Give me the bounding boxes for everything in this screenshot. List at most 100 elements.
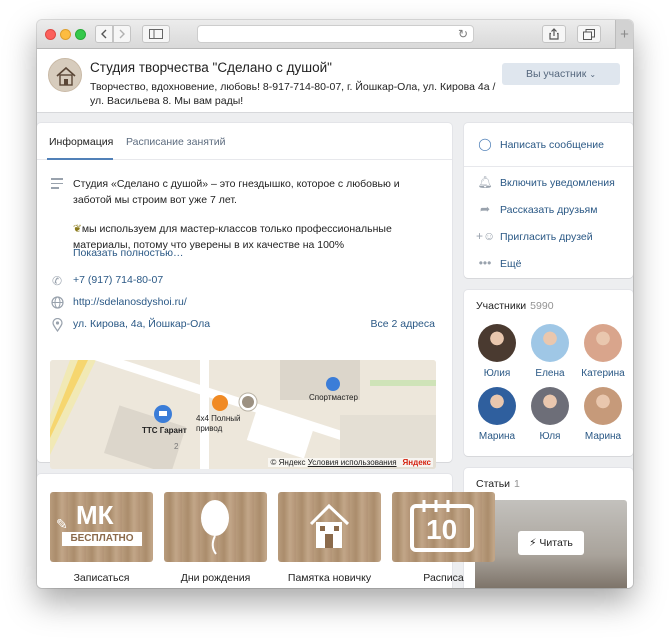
member-avatar: [584, 324, 622, 362]
tabs-icon: [583, 28, 595, 40]
tab-schedule[interactable]: Расписание занятий: [126, 136, 225, 148]
map-terms-link[interactable]: Условия использования: [308, 458, 397, 467]
chevron-right-icon: [119, 29, 125, 39]
enable-notifications-item[interactable]: 🔔︎ Включить уведомления: [476, 175, 615, 189]
member-avatar: [531, 324, 569, 362]
members-title[interactable]: Участники 5990: [476, 300, 554, 312]
member-item[interactable]: Елена: [526, 324, 574, 379]
menu-tile-image: [164, 492, 267, 562]
house-logo-icon: [56, 66, 76, 86]
menu-tile-image: [278, 492, 381, 562]
group-description: Студия «Сделано с душой» – это гнездышко…: [73, 176, 433, 253]
map-copyright: © Яндекс: [270, 458, 306, 467]
menu-tile-image: МК БЕСПЛАТНО ✎: [50, 492, 153, 562]
close-window-button[interactable]: [45, 29, 56, 40]
member-avatar: [478, 324, 516, 362]
map-label-number: 2: [174, 442, 179, 451]
address-bar[interactable]: ↻: [197, 25, 474, 43]
browser-window: ↻ + Студия творчества "Сделано с душой" …: [37, 20, 633, 588]
group-menu: МК БЕСПЛАТНО ✎ Записаться Дни рождения П…: [37, 474, 495, 588]
articles-title[interactable]: Статьи 1: [476, 478, 520, 490]
zoom-window-button[interactable]: [75, 29, 86, 40]
menu-tile-newbie[interactable]: Памятка новичку: [278, 492, 381, 584]
info-tabs: Информация Расписание занятий: [37, 123, 452, 160]
member-avatar: [478, 387, 516, 425]
membership-button[interactable]: Вы участник ⌄: [502, 63, 620, 85]
tile-caption: Записаться: [73, 572, 130, 584]
tile-caption: Дни рождения: [180, 572, 251, 584]
location-map[interactable]: ТТС Гарант 4x4 Полный привод Спортмастер…: [50, 360, 436, 469]
tile-overlay-text: 10: [426, 514, 458, 545]
bolt-icon: ⚡︎: [529, 537, 540, 549]
more-item[interactable]: ••• Ещё: [476, 256, 522, 270]
minimize-window-button[interactable]: [60, 29, 71, 40]
bee-emoji-icon: ❦: [73, 223, 82, 235]
member-item[interactable]: Юля: [526, 387, 574, 442]
menu-tile-signup[interactable]: МК БЕСПЛАТНО ✎ Записаться: [50, 492, 153, 584]
page-content: Студия творчества "Сделано с душой" Твор…: [37, 49, 633, 588]
all-addresses-link[interactable]: Все 2 адреса: [370, 318, 435, 330]
enable-notifications-label: Включить уведомления: [500, 177, 615, 189]
map-label-sportmaster: Спортмастер: [309, 393, 358, 402]
show-more-link[interactable]: Показать полностью…: [73, 247, 184, 259]
yandex-logo[interactable]: Яндекс: [403, 458, 431, 467]
browser-toolbar: ↻ +: [37, 20, 633, 49]
article-cover[interactable]: ⚡︎ Читать: [475, 500, 627, 588]
map-label-ttc: ТТС Гарант: [142, 426, 187, 435]
group-avatar[interactable]: [48, 58, 82, 92]
forward-button[interactable]: [113, 25, 131, 43]
share-button[interactable]: [542, 25, 566, 43]
menu-tile-image: 10: [392, 492, 495, 562]
group-status: Творчество, вдохновение, любовь! 8-917-7…: [90, 81, 496, 107]
member-name: Марина: [584, 431, 622, 442]
member-name: Катерина: [581, 368, 625, 379]
chevron-down-icon: ⌄: [589, 70, 597, 79]
articles-title-label: Статьи: [476, 478, 511, 490]
tile-caption: Расписа: [423, 572, 464, 584]
website-link[interactable]: http://sdelanosdyshoi.ru/: [73, 296, 187, 308]
member-name: Юлия: [483, 368, 511, 379]
write-message-item[interactable]: ◯ Написать сообщение: [476, 137, 604, 151]
members-title-label: Участники: [476, 300, 527, 312]
reload-icon[interactable]: ↻: [458, 27, 468, 41]
bell-icon: 🔔︎: [477, 175, 493, 189]
house-icon: [309, 503, 350, 548]
write-message-label: Написать сообщение: [500, 139, 604, 151]
tile-overlay-text: МК: [76, 500, 114, 530]
sidebar-toggle-button[interactable]: [142, 25, 170, 43]
balloon-icon: [201, 500, 229, 555]
read-article-label: Читать: [539, 537, 573, 549]
phone-number[interactable]: +7 (917) 714-80-07: [73, 274, 163, 286]
description-paragraph-1: Студия «Сделано с душой» – это гнездышко…: [73, 178, 400, 206]
invite-friends-item[interactable]: +☺ Пригласить друзей: [476, 229, 593, 243]
actions-menu: ◯ Написать сообщение 🔔︎ Включить уведомлен…: [464, 123, 633, 278]
address-link[interactable]: ул. Кирова, 4а, Йошкар-Ола: [73, 318, 210, 330]
location-pin-icon: [50, 317, 64, 333]
read-article-button[interactable]: ⚡︎ Читать: [518, 531, 584, 555]
tile-caption: Памятка новичку: [287, 572, 372, 584]
member-item[interactable]: Юлия: [473, 324, 521, 379]
member-name: Елена: [535, 368, 565, 379]
tile-overlay-sub: БЕСПЛАТНО: [62, 532, 142, 546]
back-button[interactable]: [95, 25, 113, 43]
membership-button-label: Вы участник: [525, 68, 587, 80]
member-avatar: [531, 387, 569, 425]
tab-overview-button[interactable]: [577, 25, 601, 43]
more-icon: •••: [478, 256, 492, 270]
menu-divider: [464, 166, 633, 167]
member-item[interactable]: Катерина: [579, 324, 627, 379]
share-icon: [549, 28, 559, 40]
tell-friends-item[interactable]: ➦ Рассказать друзьям: [476, 202, 597, 216]
share-arrow-icon: ➦: [479, 202, 491, 216]
new-tab-button[interactable]: +: [615, 20, 633, 49]
menu-tile-birthdays[interactable]: Дни рождения: [164, 492, 267, 584]
group-header: Студия творчества "Сделано с душой" Твор…: [37, 49, 633, 112]
map-footer: © Яндекс Условия использования Яндекс: [268, 458, 433, 467]
member-item[interactable]: Марина: [473, 387, 521, 442]
tell-friends-label: Рассказать друзьям: [500, 204, 598, 216]
chevron-left-icon: [101, 29, 107, 39]
member-item[interactable]: Марина: [579, 387, 627, 442]
more-label: Ещё: [500, 258, 522, 270]
tab-information[interactable]: Информация: [49, 136, 113, 148]
menu-tile-schedule[interactable]: 10 Расписа: [392, 492, 495, 584]
